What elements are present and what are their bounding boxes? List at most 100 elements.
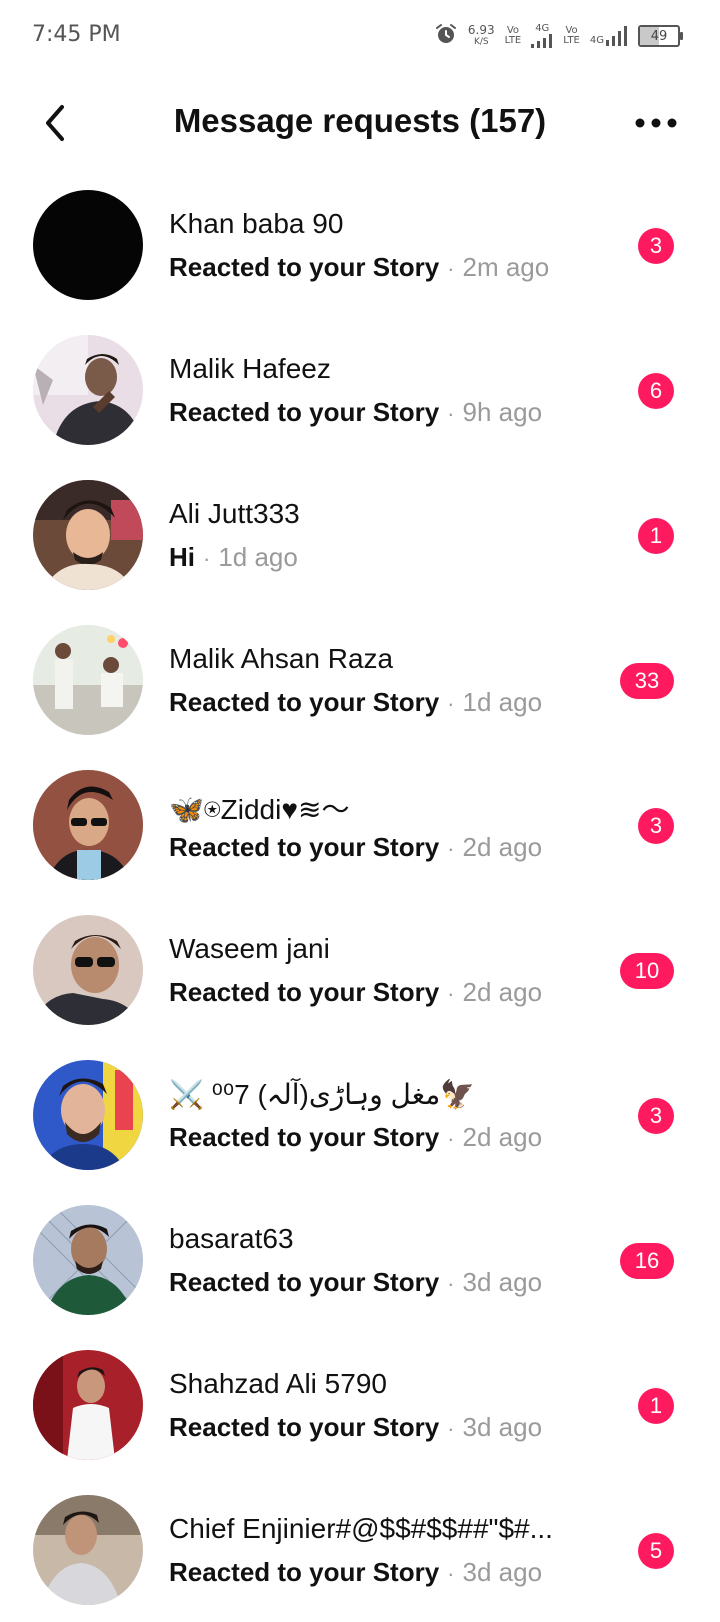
avatar[interactable]: [33, 335, 143, 445]
unread-count-badge: 3: [638, 228, 674, 264]
signal-icon: [606, 26, 627, 46]
sim1-tag-bottom: LTE: [504, 35, 522, 46]
request-row[interactable]: Khan baba 90 Reacted to your Story · 2m ag…: [0, 172, 720, 317]
status-bar: 7:45 PM 6.93 K/S Vo LTE 4G Vo LTE 4G 49: [0, 0, 720, 72]
request-row[interactable]: Shahzad Ali 5790 Reacted to your Story · 3…: [0, 1332, 720, 1477]
sim2-network: 4G: [590, 26, 628, 46]
separator-dot: ·: [447, 1126, 455, 1151]
message-text: Reacted to your Story: [169, 832, 440, 862]
message-time: 2m ago: [462, 252, 550, 282]
avatar[interactable]: [33, 1060, 143, 1170]
unread-count-badge: 3: [638, 1098, 674, 1134]
message-text: Reacted to your Story: [169, 1122, 440, 1152]
message-preview: Reacted to your Story · 2d ago: [169, 977, 620, 1008]
request-row[interactable]: ⚔️ ⁰⁰7 (آلہ)مغل وہاڑی🦅 Reacted to your S…: [0, 1042, 720, 1187]
status-indicators: 6.93 K/S Vo LTE 4G Vo LTE 4G 49: [434, 20, 683, 52]
separator-dot: ·: [447, 256, 455, 281]
sim1-net-label: 4G: [535, 23, 550, 34]
separator-dot: ·: [447, 1561, 455, 1586]
message-text: Reacted to your Story: [169, 977, 440, 1007]
avatar[interactable]: [33, 915, 143, 1025]
sim1-network: 4G: [531, 24, 553, 48]
request-row[interactable]: Malik Ahsan Raza Reacted to your Story · 1…: [0, 607, 720, 752]
request-row[interactable]: Waseem jani Reacted to your Story · 2d ago…: [0, 897, 720, 1042]
avatar[interactable]: [33, 625, 143, 735]
unread-count-badge: 33: [620, 663, 674, 699]
avatar[interactable]: [33, 1495, 143, 1605]
sender-name: Malik Hafeez: [169, 353, 331, 384]
message-time: 3d ago: [462, 1412, 543, 1442]
network-speed: 6.93 K/S: [468, 24, 495, 48]
message-preview: Reacted to your Story · 1d ago: [169, 687, 620, 718]
battery-icon: 49: [638, 25, 683, 47]
avatar[interactable]: [33, 480, 143, 590]
message-time: 2d ago: [462, 1122, 543, 1152]
sim2-tag-bottom: LTE: [563, 35, 580, 46]
message-preview: Reacted to your Story · 3d ago: [169, 1557, 620, 1588]
status-time: 7:45 PM: [32, 22, 121, 47]
message-preview: Reacted to your Story · 2d ago: [169, 1122, 620, 1153]
message-request-list: Khan baba 90 Reacted to your Story · 2m ag…: [0, 172, 720, 1622]
message-time: 3d ago: [462, 1267, 543, 1297]
message-time: 2d ago: [462, 832, 543, 862]
sim2-volte-tag: Vo LTE: [563, 26, 580, 46]
page-title: Message requests (157): [173, 102, 547, 139]
message-time: 1d ago: [218, 542, 298, 572]
sender-name: ⚔️ ⁰⁰7 (آلہ)مغل وہاڑی🦅: [169, 1079, 476, 1110]
message-time: 9h ago: [462, 397, 543, 427]
message-preview: Hi · 1d ago: [169, 542, 620, 573]
unread-count-badge: 1: [638, 518, 674, 554]
battery-level: 49: [650, 28, 668, 44]
sender-name: basarat63: [169, 1223, 294, 1254]
message-text: Reacted to your Story: [169, 1557, 440, 1587]
message-text: Reacted to your Story: [169, 252, 440, 282]
separator-dot: ·: [447, 1416, 455, 1441]
separator-dot: ·: [203, 546, 211, 571]
avatar[interactable]: [33, 1350, 143, 1460]
header: Message requests (157): [0, 80, 720, 166]
speed-unit: K/S: [473, 37, 489, 47]
sender-name: 🦋⍟Ziddi♥︎≋〜: [169, 794, 350, 825]
sender-name: Chief Enjinier#@$$#$$##"$#...: [169, 1513, 553, 1544]
unread-count-badge: 5: [638, 1533, 674, 1569]
message-text: Reacted to your Story: [169, 1267, 440, 1297]
unread-count-badge: 6: [638, 373, 674, 409]
signal-icon: [531, 34, 553, 48]
message-text: Reacted to your Story: [169, 397, 440, 427]
sender-name: Ali Jutt333: [169, 498, 300, 529]
message-text: Reacted to your Story: [169, 1412, 440, 1442]
unread-count-badge: 10: [620, 953, 674, 989]
separator-dot: ·: [447, 691, 455, 716]
separator-dot: ·: [447, 836, 455, 861]
request-row[interactable]: Chief Enjinier#@$$#$$##"$#... Reacted to…: [0, 1477, 720, 1622]
alarm-icon: [434, 22, 458, 51]
message-time: 3d ago: [462, 1557, 543, 1587]
request-row[interactable]: basarat63 Reacted to your Story · 3d ago 1…: [0, 1187, 720, 1332]
sender-name: Khan baba 90: [169, 208, 344, 239]
message-time: 2d ago: [462, 977, 543, 1007]
message-text: Hi: [169, 542, 195, 572]
speed-value: 6.93: [467, 23, 495, 37]
separator-dot: ·: [447, 401, 455, 426]
request-row[interactable]: 🦋⍟Ziddi♥︎≋〜 Reacted to your Story · 2d ago…: [0, 752, 720, 897]
message-preview: Reacted to your Story · 3d ago: [169, 1412, 620, 1443]
more-options-button[interactable]: [626, 98, 686, 148]
request-row[interactable]: Ali Jutt333 Hi · 1d ago 1: [0, 462, 720, 607]
avatar[interactable]: [33, 190, 143, 300]
avatar[interactable]: [33, 1205, 143, 1315]
avatar[interactable]: [33, 770, 143, 880]
request-row[interactable]: Malik Hafeez Reacted to your Story · 9h ag…: [0, 317, 720, 462]
message-time: 1d ago: [462, 687, 543, 717]
sim2-net-label: 4G: [589, 35, 604, 46]
separator-dot: ·: [447, 981, 455, 1006]
message-text: Reacted to your Story: [169, 687, 440, 717]
message-preview: Reacted to your Story · 2m ago: [169, 252, 620, 283]
unread-count-badge: 3: [638, 808, 674, 844]
message-preview: Reacted to your Story · 2d ago: [169, 832, 620, 863]
more-horizontal-icon: [635, 118, 677, 128]
message-preview: Reacted to your Story · 3d ago: [169, 1267, 620, 1298]
sender-name: Malik Ahsan Raza: [169, 643, 394, 674]
message-preview: Reacted to your Story · 9h ago: [169, 397, 620, 428]
sender-name: Shahzad Ali 5790: [169, 1368, 387, 1399]
unread-count-badge: 1: [638, 1388, 674, 1424]
